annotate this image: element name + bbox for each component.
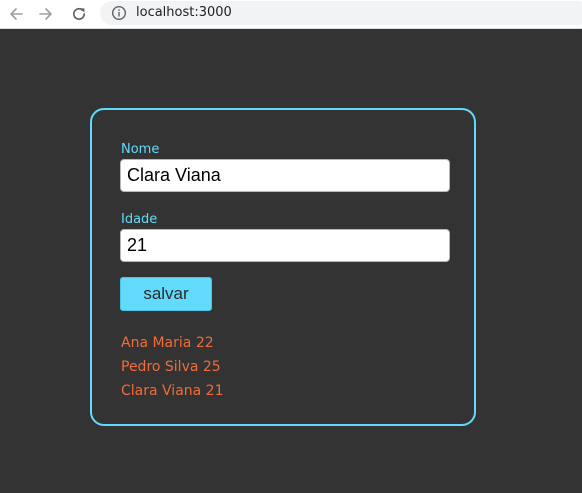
list-item: Clara Viana 21 [121,383,224,399]
reload-button[interactable] [67,2,91,26]
people-list: Ana Maria 22 Pedro Silva 25 Clara Viana … [121,331,223,403]
address-bar[interactable]: localhost:3000 [100,1,582,25]
info-icon[interactable] [111,5,127,21]
save-button[interactable]: salvar [120,277,212,311]
name-label: Nome [121,142,160,157]
browser-toolbar: localhost:3000 [0,0,582,29]
list-item: Pedro Silva 25 [121,359,221,375]
back-arrow-icon [10,8,23,20]
reload-icon [73,7,86,20]
back-button[interactable] [4,2,28,26]
person-form-card: Nome Idade salvar Ana Maria 22 Pedro Sil… [90,108,476,426]
name-input[interactable] [120,159,450,192]
age-input[interactable] [120,229,450,262]
url-text: localhost:3000 [136,5,232,20]
forward-arrow-icon [39,8,52,20]
list-item: Ana Maria 22 [121,335,214,351]
age-label: Idade [121,212,158,227]
forward-button[interactable] [34,2,58,26]
